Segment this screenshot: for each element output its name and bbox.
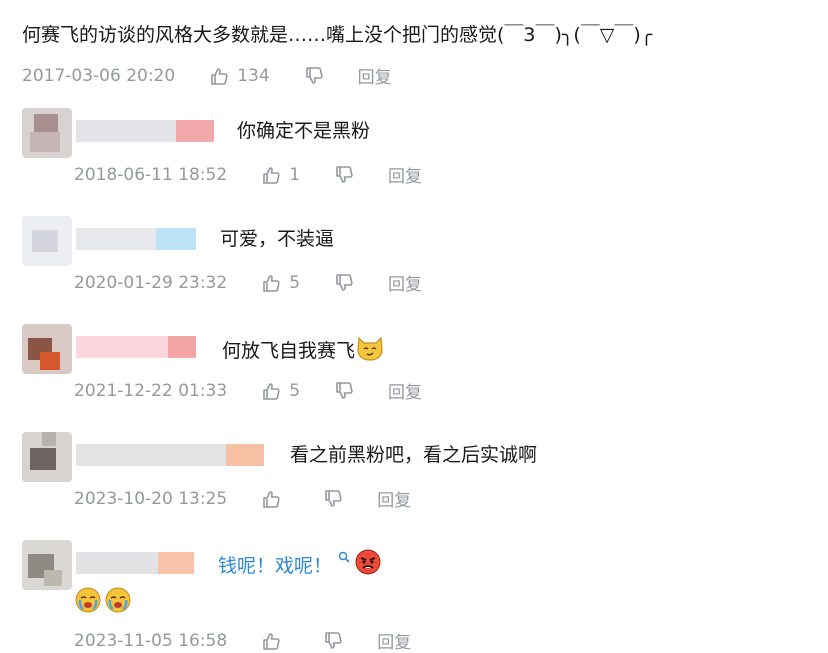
- reply-button[interactable]: 回复: [358, 63, 392, 88]
- reply-button[interactable]: 回复: [388, 270, 422, 295]
- root-comment-text: 何赛飞的访谈的风格大多数就是……嘴上没个把门的感觉(￣3￣)╮(￣▽￣)╭: [22, 24, 653, 46]
- dislike-button[interactable]: [304, 66, 324, 86]
- crying-face-emoji: [74, 586, 102, 618]
- search-icon[interactable]: [338, 547, 350, 573]
- thumbs-up-icon: [261, 381, 281, 401]
- dislike-button[interactable]: [334, 165, 354, 185]
- avatar[interactable]: [22, 540, 72, 590]
- avatar[interactable]: [22, 216, 72, 266]
- like-count: 5: [289, 272, 301, 293]
- reply-text: 可爱，不装逼: [220, 228, 335, 250]
- username[interactable]: [76, 444, 264, 466]
- reply-text: 看之前黑粉吧，看之后实诚啊: [290, 444, 538, 466]
- avatar[interactable]: [22, 324, 72, 374]
- thumbs-up-icon: [261, 631, 281, 651]
- thumbs-down-icon: [323, 489, 343, 509]
- reply-button[interactable]: 回复: [388, 162, 422, 187]
- like-button[interactable]: 5: [261, 273, 300, 293]
- thumbs-down-icon: [323, 631, 343, 651]
- root-comment-meta: 2017-03-06 20:20 134 回复: [22, 63, 392, 89]
- reply-time: 2018-06-11 18:52: [74, 164, 228, 185]
- reply-text-line: 钱呢！戏呢！: [218, 548, 382, 583]
- reply-text-link[interactable]: 钱呢！戏呢！: [218, 553, 332, 579]
- thumbs-down-icon: [334, 273, 354, 293]
- dislike-button[interactable]: [334, 273, 354, 293]
- like-count: 134: [237, 65, 270, 86]
- comment-time: 2017-03-06 20:20: [22, 65, 176, 86]
- reply-meta: 2023-11-05 16:58 回复: [74, 628, 411, 653]
- reply-text: 何放飞自我赛飞: [222, 339, 356, 362]
- avatar[interactable]: [22, 108, 72, 158]
- dislike-button[interactable]: [334, 381, 354, 401]
- thumbs-down-icon: [334, 165, 354, 185]
- emoji-line: [74, 586, 132, 618]
- reply-meta: 2018-06-11 18:52 1 回复: [74, 162, 422, 188]
- reply-text: 你确定不是黑粉: [237, 120, 371, 142]
- username[interactable]: [76, 120, 214, 142]
- cat-smirk-emoji: [355, 332, 385, 369]
- reply-text-line: 何放飞自我赛飞: [222, 332, 385, 369]
- like-count: 1: [289, 164, 301, 185]
- dislike-button[interactable]: [323, 631, 343, 651]
- reply-time: 2020-01-29 23:32: [74, 272, 228, 293]
- reply-button[interactable]: 回复: [377, 628, 411, 653]
- reply-time: 2021-12-22 01:33: [74, 380, 228, 401]
- angry-face-emoji: [354, 548, 382, 583]
- reply-button[interactable]: 回复: [377, 486, 411, 511]
- like-button[interactable]: 5: [261, 381, 300, 401]
- reply-meta: 2023-10-20 13:25 回复: [74, 486, 411, 512]
- reply-time: 2023-11-05 16:58: [74, 630, 228, 651]
- thumbs-down-icon: [334, 381, 354, 401]
- avatar[interactable]: [22, 432, 72, 482]
- like-button[interactable]: [261, 489, 289, 509]
- like-button[interactable]: 134: [209, 65, 270, 86]
- username[interactable]: [76, 336, 196, 358]
- dislike-button[interactable]: [323, 489, 343, 509]
- thumbs-up-icon: [261, 489, 281, 509]
- like-button[interactable]: [261, 631, 289, 651]
- crying-face-emoji: [104, 586, 132, 618]
- thumbs-up-icon: [261, 165, 281, 185]
- reply-button[interactable]: 回复: [388, 378, 422, 403]
- username[interactable]: [76, 228, 196, 250]
- username[interactable]: [76, 552, 194, 574]
- thumbs-up-icon: [209, 66, 229, 86]
- thumbs-down-icon: [304, 66, 324, 86]
- like-count: 5: [289, 380, 301, 401]
- reply-meta: 2021-12-22 01:33 5 回复: [74, 378, 422, 404]
- reply-time: 2023-10-20 13:25: [74, 488, 228, 509]
- like-button[interactable]: 1: [261, 165, 300, 185]
- thumbs-up-icon: [261, 273, 281, 293]
- reply-meta: 2020-01-29 23:32 5 回复: [74, 270, 422, 296]
